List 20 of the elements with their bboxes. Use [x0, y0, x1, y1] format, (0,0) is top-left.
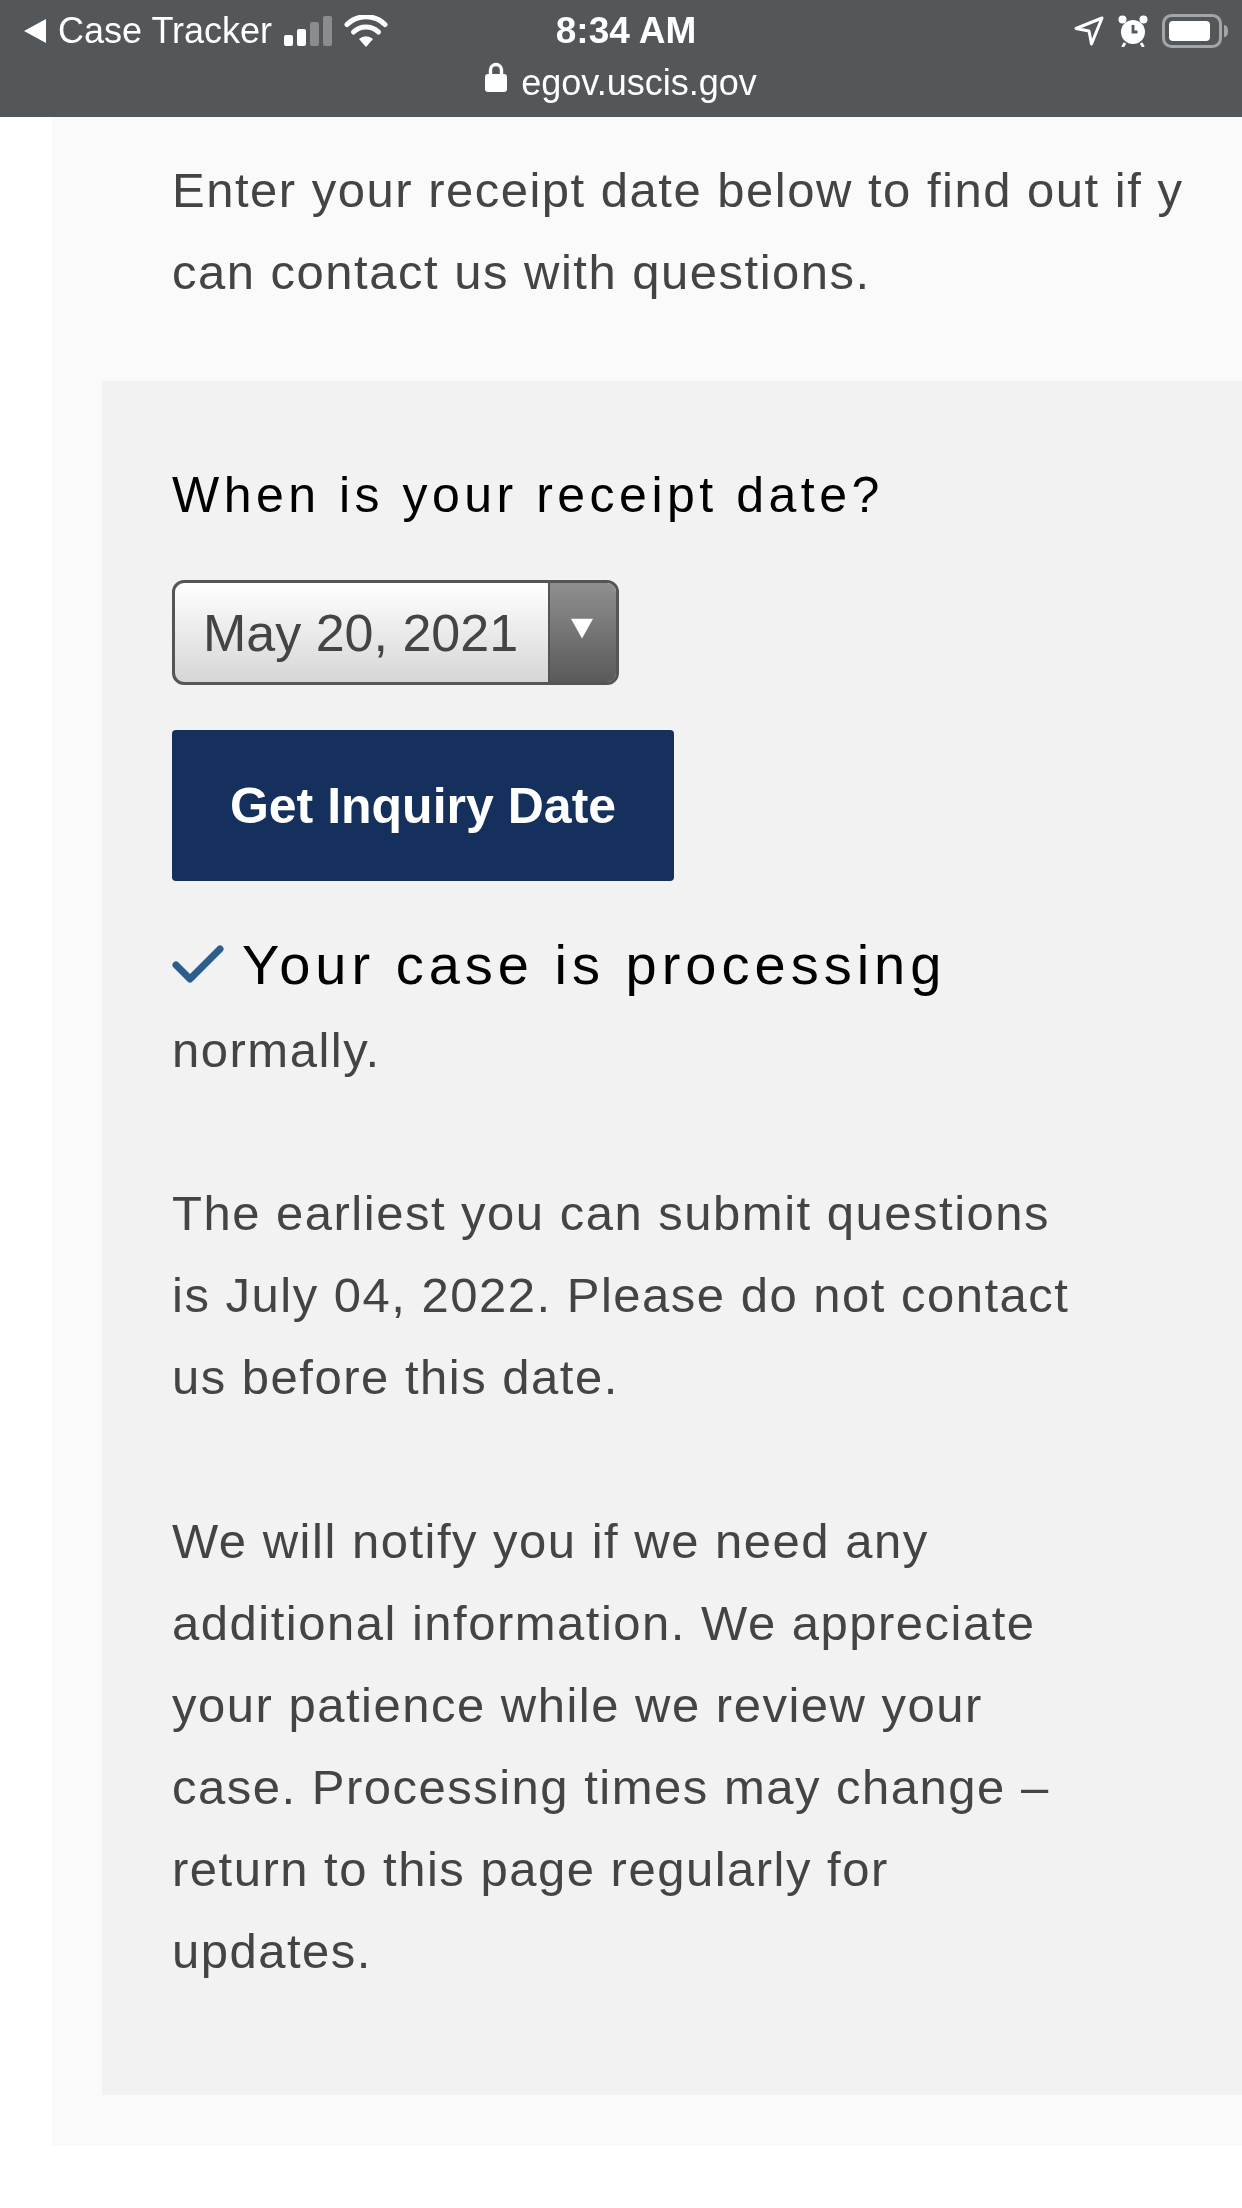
- date-select[interactable]: May 20, 2021: [172, 580, 619, 685]
- wifi-icon: [344, 15, 389, 47]
- get-inquiry-date-button[interactable]: Get Inquiry Date: [172, 730, 674, 881]
- intro-text: Enter your receipt date below to find out if y can contact us with questions.: [172, 162, 1185, 301]
- back-app-label[interactable]: Case Tracker: [58, 10, 273, 52]
- lock-icon: [485, 62, 508, 92]
- location-arrow-icon: [1074, 16, 1104, 46]
- signal-bars-icon: [284, 16, 333, 46]
- case-status-heading: Your case is processing: [242, 932, 947, 998]
- receipt-date-question: When is your receipt date?: [172, 466, 884, 525]
- info-paragraph: We will notify you if we need any additional information. We appreciate your patience while we review your case. Processing times may change – return to this page regularly for updates.: [172, 1513, 1051, 1980]
- alarm-clock-icon: [1118, 15, 1148, 47]
- back-triangle-icon[interactable]: [24, 19, 46, 43]
- battery-icon: [1162, 14, 1228, 48]
- url-address[interactable]: egov.uscis.gov: [521, 62, 757, 104]
- check-icon: [172, 945, 224, 985]
- case-status-continuation: normally.: [172, 1022, 381, 1079]
- clock-time: 8:34 AM: [555, 10, 697, 52]
- dropdown-caret-icon: [548, 583, 616, 682]
- info-paragraph: The earliest you can submit questions is July 04, 2022. Please do not contact us before this date.: [172, 1185, 1071, 1406]
